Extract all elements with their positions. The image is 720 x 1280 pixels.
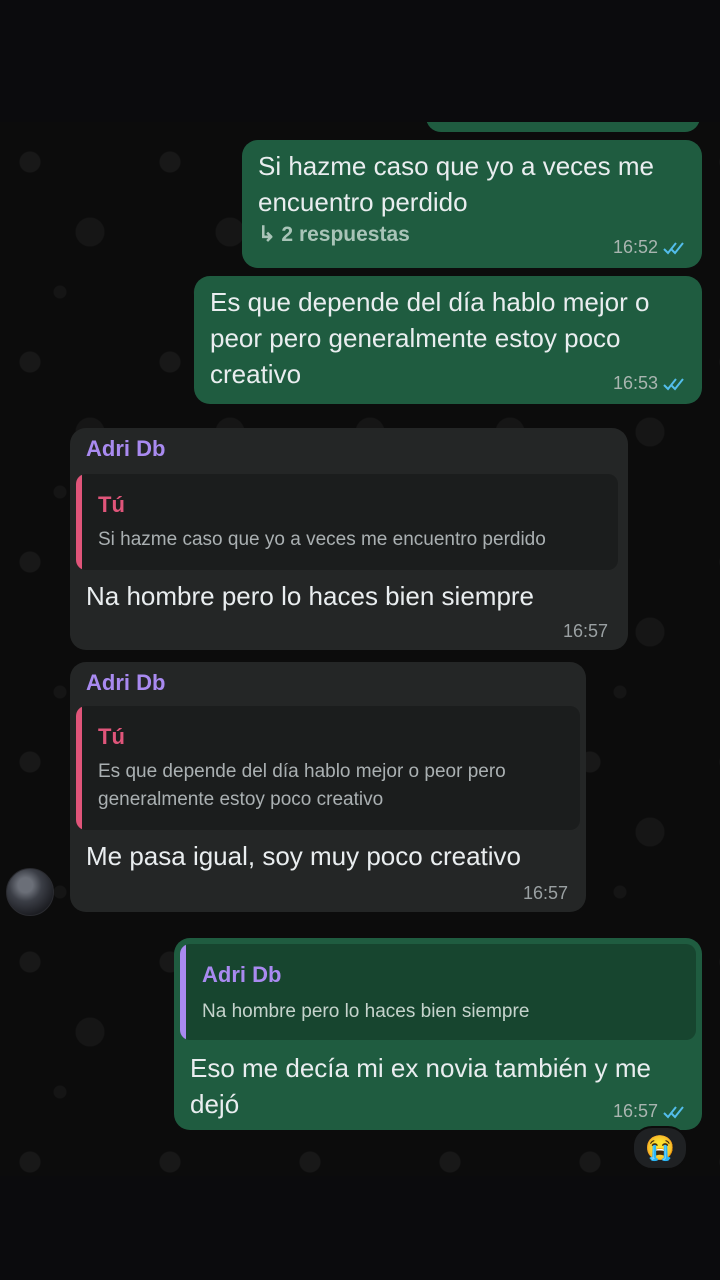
message-time: 16:57 — [612, 1101, 658, 1121]
message-bubble-outgoing[interactable]: Adri Db Na hombre pero lo haces bien sie… — [174, 938, 702, 1130]
read-ticks-icon — [663, 241, 684, 254]
message-time: 16:57 — [522, 883, 568, 903]
message-time: 16:52 — [612, 237, 658, 257]
message-bubble-incoming[interactable]: Adri Db Tú Si hazme caso que yo a veces … — [70, 428, 628, 650]
quoted-message[interactable]: Tú Si hazme caso que yo a veces me encue… — [76, 474, 618, 570]
message-bubble-partial[interactable] — [426, 122, 700, 132]
status-area — [0, 0, 720, 122]
quote-bar — [76, 706, 82, 830]
reaction-badge[interactable]: 😭 — [632, 1126, 688, 1170]
sender-name: Adri Db — [86, 670, 166, 695]
crying-face-icon: 😭 — [645, 1134, 675, 1162]
message-bubble-outgoing[interactable]: Si hazme caso que yo a veces me encuentr… — [242, 140, 702, 268]
message-time: 16:53 — [612, 373, 658, 393]
quote-text: Na hombre pero lo haces bien siempre — [202, 1001, 530, 1022]
quoted-message[interactable]: Tú Es que depende del día hablo mejor o … — [76, 706, 580, 830]
message-meta: 16:57 — [613, 1101, 688, 1122]
quote-bar — [180, 944, 186, 1040]
chat-background: Si hazme caso que yo a veces me encuentr… — [0, 122, 720, 1176]
quote-bar — [76, 474, 82, 570]
sender-name: Adri Db — [86, 436, 166, 461]
message-bubble-outgoing[interactable]: Es que depende del día hablo mejor o peo… — [194, 276, 702, 404]
read-ticks-icon — [663, 377, 684, 390]
message-text: Si hazme caso que yo a veces me encuentr… — [258, 151, 654, 217]
message-text: Me pasa igual, soy muy poco creativo — [86, 841, 521, 871]
quote-text: Si hazme caso que yo a veces me encuentr… — [98, 529, 546, 550]
message-meta: 16:53 — [613, 373, 688, 394]
contact-avatar[interactable] — [6, 868, 54, 916]
quote-text: Es que depende del día hablo mejor o peo… — [98, 761, 506, 810]
quote-author: Adri Db — [202, 962, 282, 987]
message-meta: 16:52 — [613, 237, 688, 258]
read-ticks-icon — [663, 1105, 684, 1118]
message-bubble-incoming[interactable]: Adri Db Tú Es que depende del día hablo … — [70, 662, 586, 912]
message-time: 16:57 — [562, 621, 608, 641]
message-text: Na hombre pero lo haces bien siempre — [86, 581, 535, 611]
quote-author: Tú — [98, 724, 125, 749]
quote-author: Tú — [98, 492, 125, 517]
replies-link[interactable]: ↳ 2 respuestas — [258, 222, 410, 247]
quoted-message[interactable]: Adri Db Na hombre pero lo haces bien sie… — [180, 944, 696, 1040]
bottom-area — [0, 1176, 720, 1280]
